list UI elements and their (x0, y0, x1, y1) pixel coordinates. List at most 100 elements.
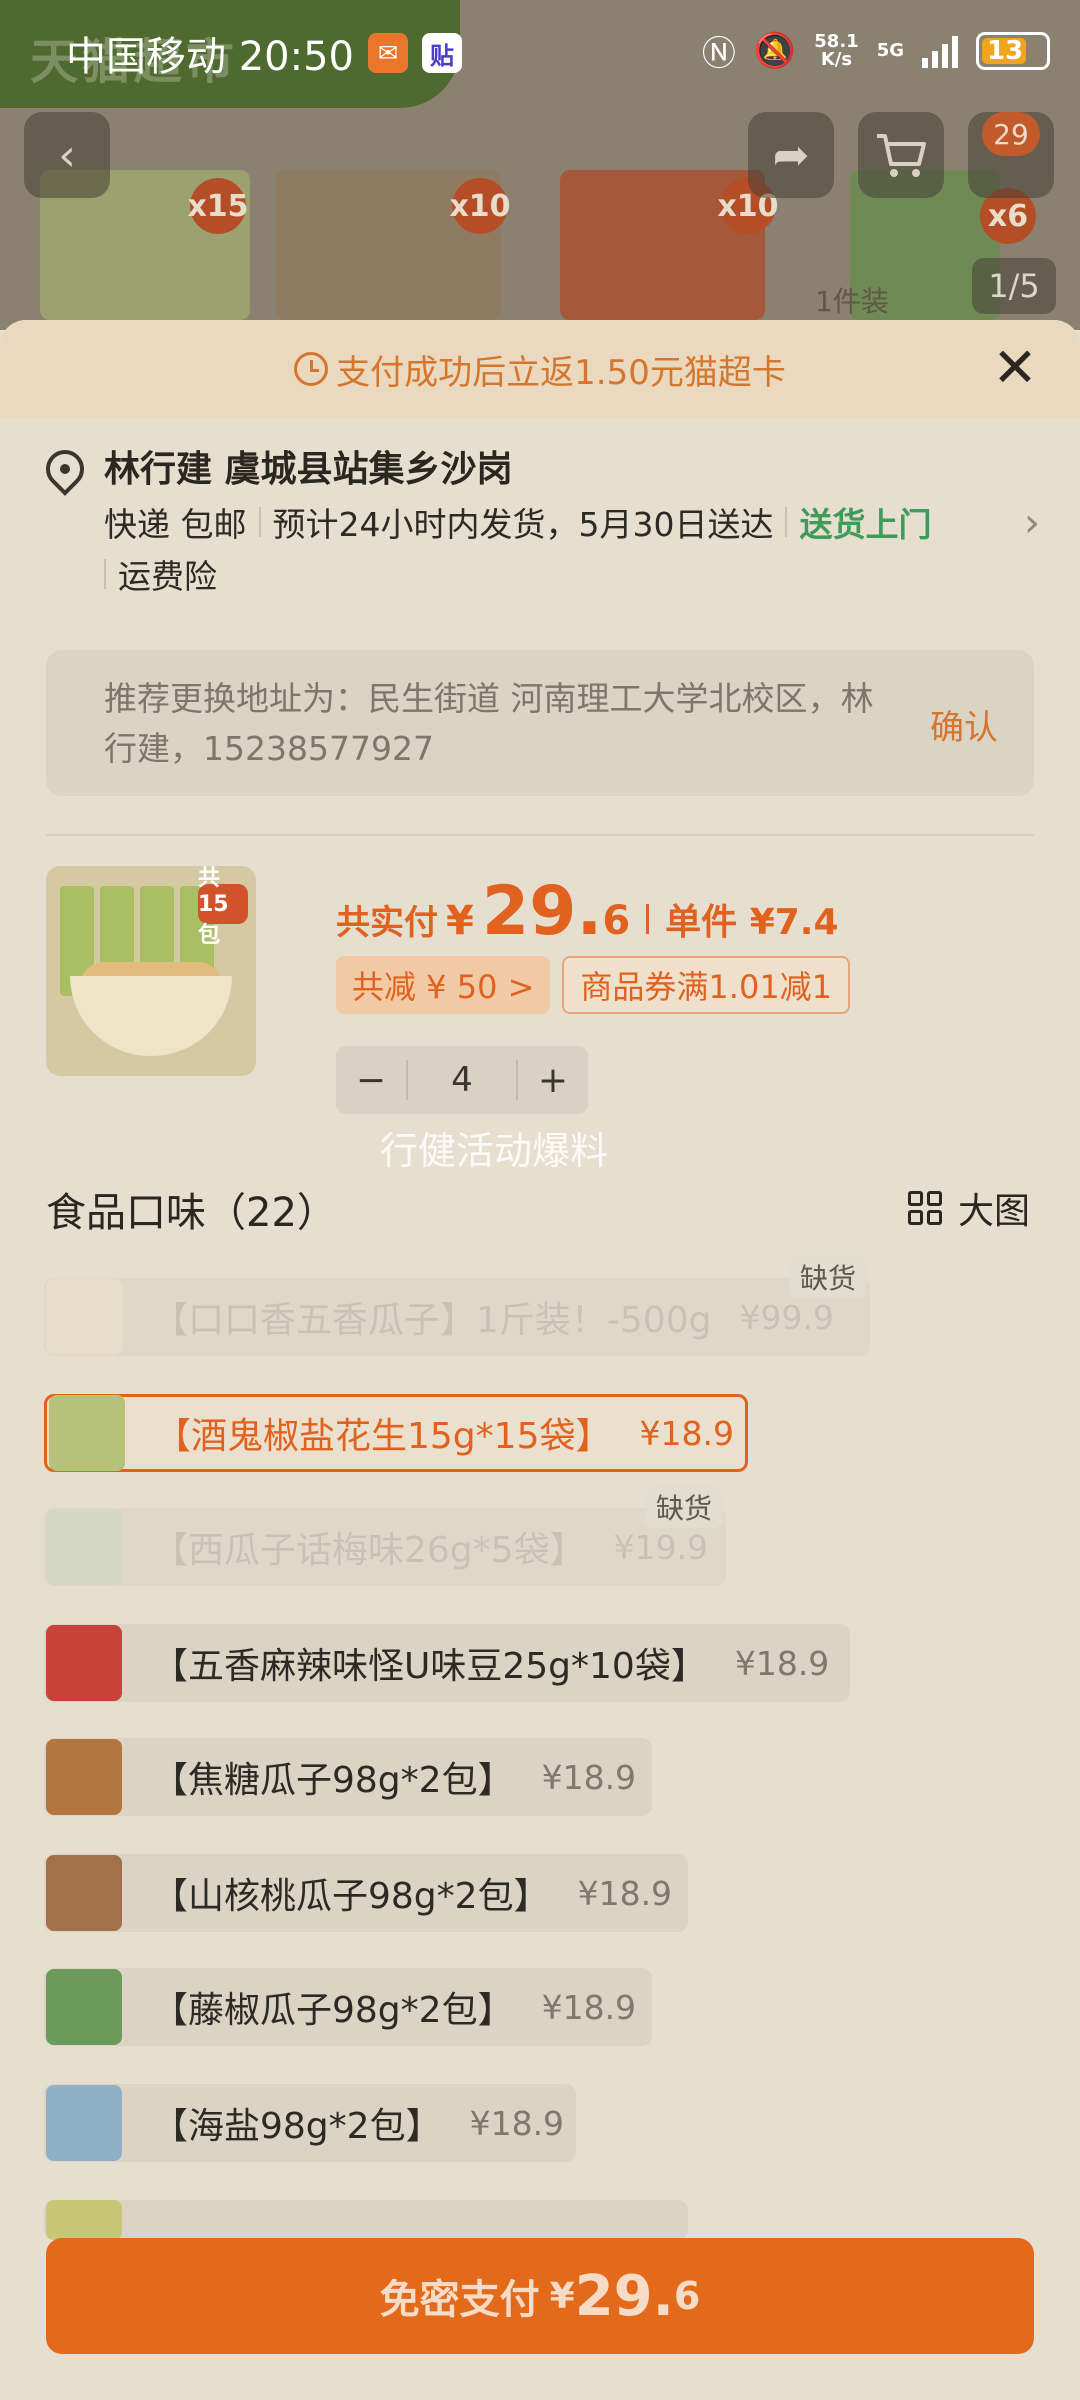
status-left: 中国移动 20:50 ✉ 贴 (66, 24, 462, 82)
flavor-name: 【藤椒瓜子98g*2包】 (152, 1990, 514, 2031)
flavor-name: 【口口香五香瓜子】1斤装！-500g (152, 1300, 712, 1341)
cashback-promo-bar: 支付成功后立返1.50元猫超卡 ✕ (0, 320, 1080, 418)
flavor-option[interactable]: 【西瓜子话梅味26g*5袋】 ¥19.9 (44, 1508, 726, 1586)
price-integer: 29. (481, 872, 603, 951)
flavor-name: 【焦糖瓜子98g*2包】 (152, 1760, 514, 1801)
flavor-option[interactable]: 【山核桃瓜子98g*2包】 ¥18.9 (44, 1854, 688, 1932)
quantity-value[interactable]: 4 (406, 1060, 518, 1100)
flavor-option[interactable]: 【藤椒瓜子98g*2包】 ¥18.9 (44, 1968, 652, 2046)
flavor-option-partial[interactable] (44, 2200, 688, 2240)
flavor-thumbnail (46, 2085, 122, 2161)
shipping-insurance: 运费险 (118, 557, 217, 596)
out-of-stock-badge: 缺货 (790, 1256, 867, 1298)
grid-icon (907, 1191, 942, 1225)
address-suggestion-card: 推荐更换地址为：民生街道 河南理工大学北校区，林行建，15238577927 确… (46, 650, 1034, 796)
cashback-text: 支付成功后立返1.50元猫超卡 (336, 352, 786, 393)
image-pager: 1/5 (972, 258, 1056, 314)
flavor-name: 【酒鬼椒盐花生15g*15袋】 (155, 1416, 612, 1457)
increase-quantity-button[interactable]: + (518, 1060, 588, 1101)
flavor-price: ¥18.9 (541, 1757, 637, 1797)
thumbnail-count-badge: x10 (449, 178, 511, 234)
flavor-price: ¥19.9 (613, 1527, 709, 1567)
suggested-address: 推荐更换地址为：民生街道 河南理工大学北校区，林行建，15238577927 (104, 679, 874, 768)
pay-label: 免密支付 (379, 2277, 540, 2323)
flavor-thumbnail (46, 1969, 122, 2045)
quantity-stepper: − 4 + (336, 1046, 588, 1114)
share-button[interactable]: ➦ (748, 112, 834, 198)
thumbnail-count-badge: x15 (187, 178, 249, 234)
flavor-price: ¥18.9 (541, 1987, 637, 2027)
flavor-section-title: 食品口味（22） (46, 1190, 337, 1236)
product-summary: 共15包 共实付 ¥ 29. 6 单件 ¥7.4 共减 ¥ 50 > 商品券满1… (46, 866, 1034, 1114)
coupon-chip[interactable]: 商品券满1.01减1 (562, 956, 851, 1014)
flavor-thumbnail (46, 2200, 122, 2240)
flavor-price: ¥18.9 (577, 1873, 673, 1913)
cart-count-badge: 29 (982, 112, 1040, 156)
flavor-option-selected[interactable]: 【酒鬼椒盐花生15g*15袋】 ¥18.9 (44, 1394, 748, 1472)
confirm-address-button[interactable]: 确认 (930, 700, 998, 749)
share-arrow-icon: ➦ (772, 129, 810, 181)
flavor-thumbnail (46, 1279, 122, 1355)
watermark-text: 行健活动爆料 (380, 1129, 609, 1173)
pay-amount-integer: 29. (574, 2263, 674, 2329)
package-caption: 1件装 (815, 285, 889, 318)
chevron-left-icon: ‹ (58, 129, 76, 181)
status-bar: 中国移动 20:50 ✉ 贴 Ⓝ 🔕 58.1 K/s 5G 13 (0, 0, 1080, 100)
shipping-method: 快递 包邮 (104, 505, 247, 544)
battery-level: 13 (987, 35, 1024, 66)
cart-button[interactable] (858, 112, 944, 198)
mute-bell-icon: 🔕 (753, 30, 797, 71)
door-delivery-tag: 送货上门 (799, 505, 932, 544)
network-speed: 58.1 K/s (814, 30, 859, 70)
flavor-thumbnail (46, 1739, 122, 1815)
recipient-address: 林行建 虞城县站集乡沙岗 (104, 449, 513, 490)
flavor-name: 【山核桃瓜子98g*2包】 (152, 1876, 550, 1917)
carrier-time: 中国移动 20:50 (66, 34, 354, 80)
flavor-option[interactable]: 【海盐98g*2包】 ¥18.9 (44, 2084, 576, 2162)
cart-icon (877, 134, 926, 177)
flavor-option[interactable]: 【五香麻辣味怪U味豆25g*10袋】 ¥18.9 (44, 1624, 850, 1702)
battery-icon: 13 (976, 31, 1050, 70)
background-product-page: 天猫超市 x15 x10 x10 x6 1件装 1/5 ‹ ➦ 29 中国移动 … (0, 0, 1080, 330)
flavor-option[interactable]: 【焦糖瓜子98g*2包】 ¥18.9 (44, 1738, 652, 1816)
flavor-price: ¥18.9 (639, 1413, 734, 1453)
password-free-pay-button[interactable]: 免密支付 ¥ 29. 6 (46, 2238, 1034, 2354)
notification-app-icon: 贴 (422, 33, 462, 73)
unit-price: 单件 ¥7.4 (665, 902, 839, 943)
flavor-thumbnail (49, 1395, 125, 1471)
insurance-info: 运费险 (104, 550, 217, 598)
out-of-stock-badge: 缺货 (646, 1486, 723, 1528)
divider (46, 834, 1034, 836)
flavor-price: ¥99.9 (739, 1297, 834, 1337)
total-discount-chip[interactable]: 共减 ¥ 50 > (336, 956, 551, 1014)
close-sheet-button[interactable]: ✕ (990, 341, 1040, 395)
clock-icon (294, 352, 329, 386)
pay-amount-decimal: 6 (673, 2274, 701, 2318)
network-type: 5G (876, 39, 904, 61)
flavor-thumbnail (46, 1625, 122, 1701)
location-pin-icon (38, 442, 92, 496)
total-price-label: 共实付 (336, 903, 438, 943)
signal-icon (922, 34, 958, 68)
flavor-name: 【西瓜子话梅味26g*5袋】 (152, 1530, 586, 1571)
flavor-option[interactable]: 【口口香五香瓜子】1斤装！-500g ¥99.9 (44, 1278, 870, 1356)
product-image[interactable]: 共15包 (46, 866, 256, 1076)
pay-currency: ¥ (549, 2275, 575, 2317)
currency-symbol: ¥ (446, 898, 474, 944)
flavor-thumbnail (46, 1509, 122, 1585)
flavor-price: ¥18.9 (734, 1643, 830, 1683)
total-price: 共实付 ¥ 29. 6 单件 ¥7.4 (336, 872, 839, 951)
decrease-quantity-button[interactable]: − (336, 1060, 406, 1101)
flavor-name: 【五香麻辣味怪U味豆25g*10袋】 (152, 1646, 707, 1687)
flavor-price: ¥18.9 (469, 2103, 565, 2143)
taobao-red-envelope-icon: ✉ (368, 33, 408, 73)
back-button[interactable]: ‹ (24, 112, 110, 198)
large-image-label: 大图 (957, 1191, 1030, 1232)
large-image-view-toggle[interactable]: 大图 (907, 1182, 1030, 1234)
chevron-right-icon[interactable]: › (1024, 500, 1040, 546)
purchase-sheet: 支付成功后立返1.50元猫超卡 ✕ 林行建 虞城县站集乡沙岗 快递 包邮 预计2… (0, 320, 1080, 2400)
delivery-estimate: 预计24小时内发货，5月30日送达 (272, 505, 774, 544)
status-right: Ⓝ 🔕 58.1 K/s 5G 13 (702, 26, 1050, 75)
discount-chips: 共减 ¥ 50 > 商品券满1.01减1 (336, 956, 851, 1014)
flavor-name: 【海盐98g*2包】 (152, 2106, 442, 2147)
